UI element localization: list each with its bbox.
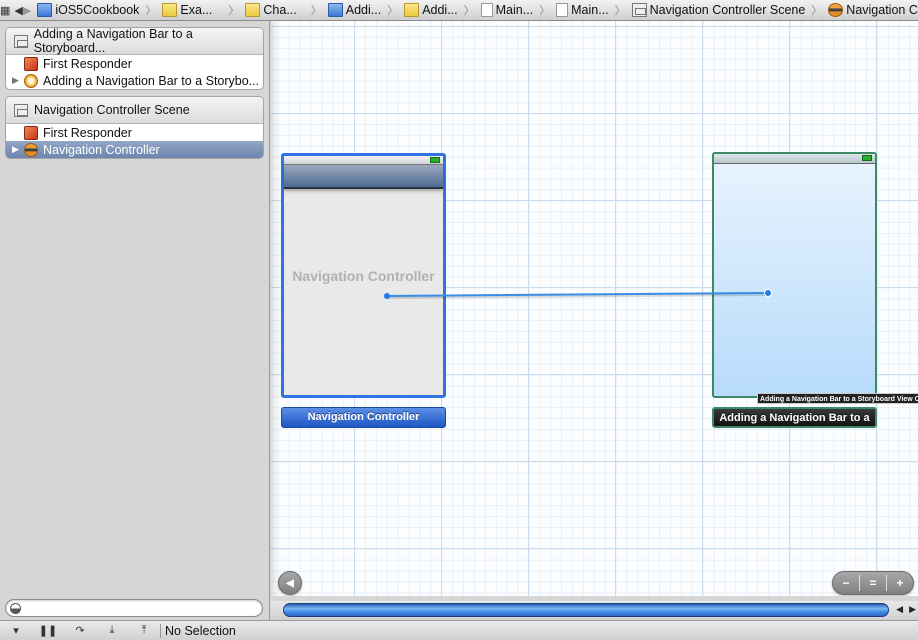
navigation-controller-scene[interactable]: Navigation Controller (281, 153, 446, 398)
step-out-button[interactable]: ⤒ (128, 624, 160, 637)
battery-icon (430, 157, 440, 163)
outline-item-first-responder[interactable]: First Responder (6, 124, 263, 141)
back-arrow-icon: ◀ (14, 4, 23, 17)
step-into-button[interactable]: ⤓ (96, 624, 128, 637)
scene-title: Navigation Controller Scene (34, 103, 190, 117)
forward-arrow-icon: ▶ (22, 4, 32, 17)
pause-button[interactable]: ❚❚ (32, 624, 64, 637)
breadcrumb-project[interactable]: iOS5Cookbook (35, 0, 141, 20)
outline-item-first-responder[interactable]: First Responder (6, 55, 263, 72)
folder-icon (245, 3, 261, 17)
first-responder-icon (24, 125, 38, 140)
zoom-fit-icon[interactable]: = (859, 575, 886, 591)
zoom-out-icon[interactable]: − (833, 575, 859, 591)
breadcrumb-navigation-controller[interactable]: Navigation Controller (826, 0, 918, 20)
disclosure-triangle-icon[interactable]: ▶ (12, 75, 24, 86)
document-outline: Adding a Navigation Bar to a Storyboard.… (0, 21, 270, 596)
navigation-controller-icon (24, 142, 38, 157)
navigation-bar[interactable] (284, 165, 443, 189)
folder-icon (404, 3, 420, 17)
outline-filter-bar (0, 596, 270, 620)
outline-item-label: First Responder (43, 56, 132, 71)
scene-header[interactable]: Adding a Navigation Bar to a Storyboard.… (6, 28, 263, 55)
outline-item-view-controller[interactable]: ▶ Adding a Navigation Bar to a Storybo... (6, 72, 263, 89)
breadcrumb-label: iOS5Cookbook (55, 3, 140, 17)
root-view-controller-scene[interactable] (712, 152, 877, 398)
back-button[interactable]: ◀ (14, 0, 23, 20)
scene-header[interactable]: Navigation Controller Scene (6, 97, 263, 124)
chevron-right-icon: 〉 (614, 5, 626, 17)
project-icon (37, 3, 53, 17)
chevron-right-icon: 〉 (463, 5, 475, 17)
scroll-left-icon[interactable]: ◀ (896, 604, 903, 615)
chevron-right-icon: 〉 (310, 5, 322, 17)
step-over-button[interactable]: ↷ (64, 624, 96, 637)
breadcrumb-label: Exa... (180, 3, 213, 17)
battery-icon (862, 155, 872, 161)
back-arrow-icon: ◀ (286, 577, 294, 589)
chevron-right-icon: 〉 (539, 5, 551, 17)
scrollbar-thumb[interactable] (283, 603, 889, 617)
outline-filter-input[interactable] (5, 599, 263, 617)
breadcrumb-label: Navigation Controller (846, 3, 918, 17)
scene-icon (631, 3, 647, 17)
breadcrumb-folder[interactable]: Cha... (243, 0, 298, 20)
file-icon (480, 3, 493, 17)
placeholder-label: Navigation Controller (292, 268, 435, 284)
zoom-controls: − = + (832, 571, 914, 595)
chevron-right-icon: 〉 (811, 5, 823, 17)
divider (160, 623, 161, 638)
breadcrumb-label: Navigation Controller Scene (649, 3, 806, 17)
breadcrumb-file[interactable]: Main... (479, 0, 536, 20)
breadcrumb-label: Addi... (422, 3, 458, 17)
related-items-button[interactable]: ▦ (0, 0, 11, 20)
scene-icon (14, 34, 28, 48)
canvas-back-button[interactable]: ◀ (278, 571, 302, 595)
disclosure-triangle-icon[interactable]: ▶ (12, 144, 24, 155)
breadcrumb-folder[interactable]: Addi... (402, 0, 459, 20)
navigation-controller-label[interactable]: Navigation Controller (281, 407, 446, 428)
scene-group: Adding a Navigation Bar to a Storyboard.… (5, 27, 264, 90)
chevron-right-icon: 〉 (387, 5, 399, 17)
status-bar (284, 156, 443, 165)
file-icon (556, 3, 569, 17)
filter-icon (10, 603, 21, 614)
scene-group: Navigation Controller Scene First Respon… (5, 96, 264, 159)
scroll-right-icon[interactable]: ▶ (909, 604, 916, 615)
breadcrumb-project[interactable]: Addi... (326, 0, 383, 20)
tooltip: Adding a Navigation Bar to a Storyboard … (757, 393, 918, 404)
breadcrumb-label: Main... (495, 3, 534, 17)
breadcrumb-label: Addi... (345, 3, 382, 17)
outline-item-label: First Responder (43, 125, 132, 140)
chevron-right-icon: 〉 (228, 5, 240, 17)
project-icon (327, 3, 343, 17)
grid-icon: ▦ (0, 4, 11, 17)
view-controller-icon (24, 73, 38, 88)
horizontal-scrollbar[interactable]: ◀ ▶ (271, 601, 918, 620)
breadcrumb-scene[interactable]: Navigation Controller Scene (630, 0, 808, 20)
outline-item-label: Adding a Navigation Bar to a Storybo... (43, 73, 260, 88)
folder-icon (162, 3, 178, 17)
status-bar (714, 154, 875, 164)
outline-item-label: Navigation Controller (43, 142, 160, 157)
debug-bar: ▾ ❚❚ ↷ ⤓ ⤒ No Selection (0, 620, 918, 640)
storyboard-canvas[interactable]: Navigation Controller Navigation Control… (271, 21, 918, 596)
outline-item-navigation-controller[interactable]: ▶ Navigation Controller (6, 141, 263, 158)
scene-icon (14, 103, 28, 117)
view-controller-label[interactable]: Adding a Navigation Bar to a (712, 407, 877, 428)
zoom-in-icon[interactable]: + (886, 575, 913, 591)
toggle-console-button[interactable]: ▾ (0, 624, 32, 637)
scene-title: Adding a Navigation Bar to a Storyboard.… (33, 27, 193, 55)
breadcrumb-label: Cha... (263, 3, 297, 17)
breadcrumb-file[interactable]: Main... (554, 0, 611, 20)
jump-bar: ▦ ◀ ▶ iOS5Cookbook 〉 Exa... 〉 Cha... 〉 Addi… (0, 0, 918, 21)
forward-button[interactable]: ▶ (22, 0, 32, 20)
debug-status: No Selection (165, 623, 236, 638)
navigation-controller-icon (828, 3, 844, 17)
breadcrumb-folder[interactable]: Exa... (160, 0, 214, 20)
chevron-right-icon: 〉 (145, 5, 157, 17)
breadcrumb-label: Main... (571, 3, 609, 17)
first-responder-icon (24, 56, 38, 71)
